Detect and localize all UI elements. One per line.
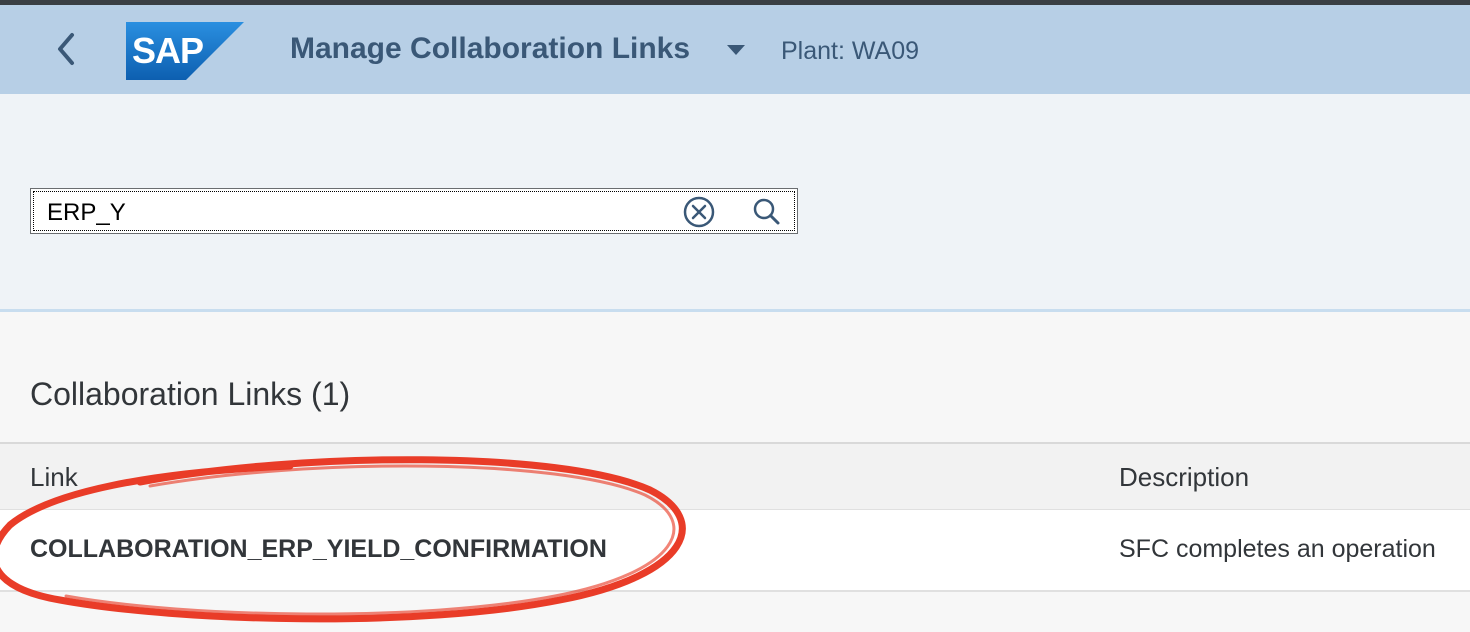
column-header-link[interactable]: Link xyxy=(30,462,78,493)
link-cell: COLLABORATION_ERP_YIELD_CONFIRMATION xyxy=(30,535,607,563)
shell-bar: SAP Manage Collaboration Links Plant: WA… xyxy=(0,5,1470,94)
clear-icon[interactable] xyxy=(682,195,716,229)
plant-label: Plant: WA09 xyxy=(781,37,920,65)
search-input[interactable]: ERP_Y xyxy=(30,188,798,234)
table-title: Collaboration Links (1) xyxy=(30,376,351,412)
search-icon[interactable] xyxy=(749,195,783,229)
description-cell: SFC completes an operation xyxy=(1119,535,1436,563)
search-input-value: ERP_Y xyxy=(47,199,126,226)
table-header-row: Link Description xyxy=(0,442,1470,510)
back-button[interactable] xyxy=(48,27,88,71)
sap-logo[interactable]: SAP xyxy=(126,22,244,80)
sap-logo-text: SAP xyxy=(132,30,204,71)
column-header-description[interactable]: Description xyxy=(1119,462,1249,493)
app-title[interactable]: Manage Collaboration Links xyxy=(290,32,690,66)
back-arrow-icon xyxy=(58,33,74,65)
table-section: Collaboration Links (1) Link Description… xyxy=(0,315,1470,632)
table-row[interactable]: COLLABORATION_ERP_YIELD_CONFIRMATION SFC… xyxy=(0,510,1470,592)
caret-down-icon[interactable] xyxy=(726,43,746,57)
filter-header: ERP_Y xyxy=(0,94,1470,312)
